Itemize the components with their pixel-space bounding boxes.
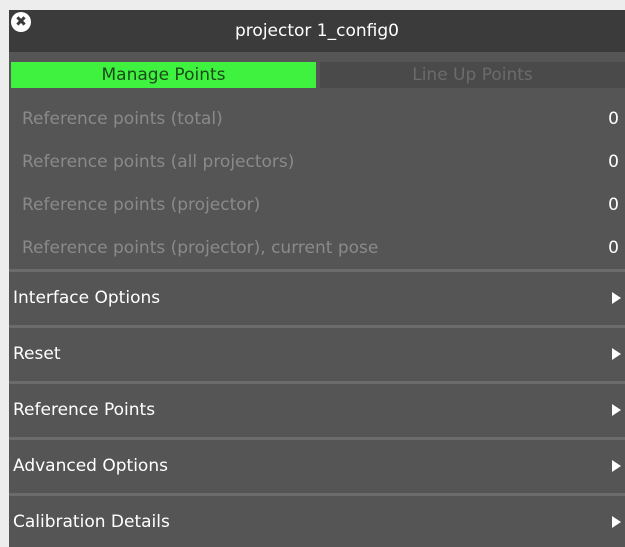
stat-label: Reference points (projector) (22, 195, 261, 215)
title-bar: ✖ projector 1_config0 (9, 10, 625, 52)
section-label: Calibration Details (13, 512, 170, 532)
window-title: projector 1_config0 (235, 21, 399, 41)
triangle-right-icon (612, 460, 621, 472)
stat-value: 0 (608, 238, 619, 258)
section-label: Advanced Options (13, 456, 168, 476)
section-advanced-options[interactable]: Advanced Options (9, 437, 625, 492)
stat-value: 0 (608, 152, 619, 172)
tab-line-up-points[interactable]: Line Up Points (320, 62, 625, 88)
stats-list: Reference points (total) 0 Reference poi… (9, 98, 625, 270)
stat-row-total: Reference points (total) 0 (9, 98, 625, 141)
section-label: Interface Options (13, 288, 161, 308)
triangle-right-icon (612, 348, 621, 360)
stat-row-current-pose: Reference points (projector), current po… (9, 227, 625, 270)
triangle-right-icon (612, 404, 621, 416)
close-icon[interactable]: ✖ (11, 12, 31, 32)
triangle-right-icon (612, 292, 621, 304)
section-label: Reset (13, 344, 61, 364)
stat-label: Reference points (projector), current po… (22, 238, 379, 258)
projector-config-panel: ✖ projector 1_config0 Manage Points Line… (9, 10, 625, 547)
stat-value: 0 (608, 109, 619, 129)
section-calibration-details[interactable]: Calibration Details (9, 493, 625, 547)
stat-label: Reference points (all projectors) (22, 152, 295, 172)
section-reset[interactable]: Reset (9, 325, 625, 380)
stat-label: Reference points (total) (22, 109, 223, 129)
stat-value: 0 (608, 195, 619, 215)
tab-manage-points[interactable]: Manage Points (11, 62, 316, 88)
triangle-right-icon (612, 516, 621, 528)
stat-row-all-projectors: Reference points (all projectors) 0 (9, 141, 625, 184)
stat-row-projector: Reference points (projector) 0 (9, 184, 625, 227)
section-reference-points[interactable]: Reference Points (9, 381, 625, 436)
section-label: Reference Points (13, 400, 156, 420)
section-interface-options[interactable]: Interface Options (9, 269, 625, 324)
tab-bar: Manage Points Line Up Points (11, 62, 625, 88)
